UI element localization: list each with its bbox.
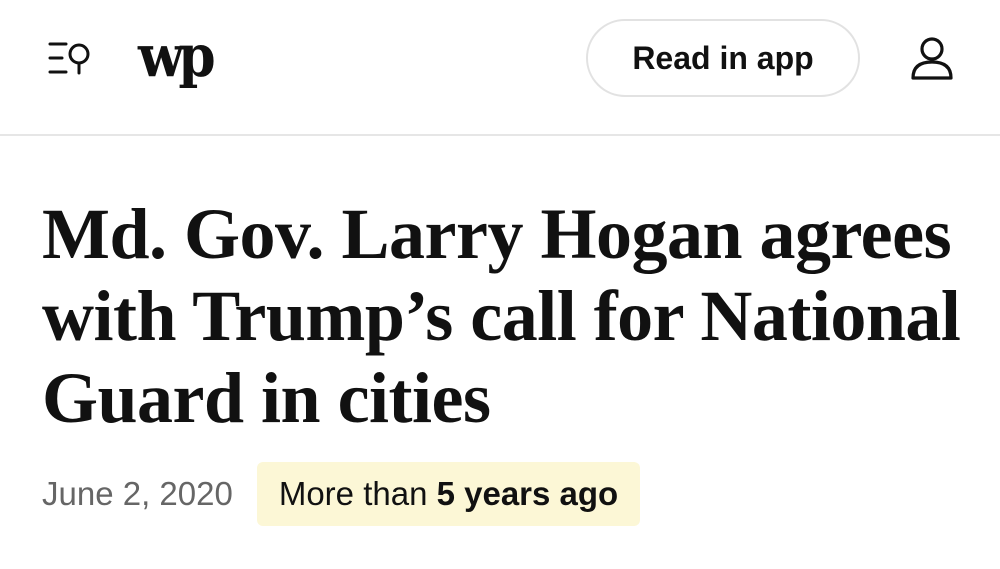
article-headline: Md. Gov. Larry Hogan agrees with Trump’s… — [42, 194, 961, 438]
article-age-badge: More than 5 years ago — [256, 462, 641, 526]
article-meta: June 2, 2020 More than 5 years ago — [42, 462, 641, 526]
user-account-icon — [911, 37, 953, 80]
menu-search-icon — [48, 42, 90, 75]
account-button[interactable] — [908, 34, 956, 82]
read-in-app-button[interactable]: Read in app — [586, 19, 860, 97]
article-age-value: 5 years ago — [436, 475, 619, 512]
article-age-prefix: More than — [278, 475, 437, 512]
menu-search-button[interactable] — [48, 38, 94, 78]
publish-date: June 2, 2020 — [42, 475, 233, 512]
washington-post-logo[interactable]: wp — [138, 24, 216, 88]
top-nav-bar: wp Read in app — [0, 0, 1000, 136]
